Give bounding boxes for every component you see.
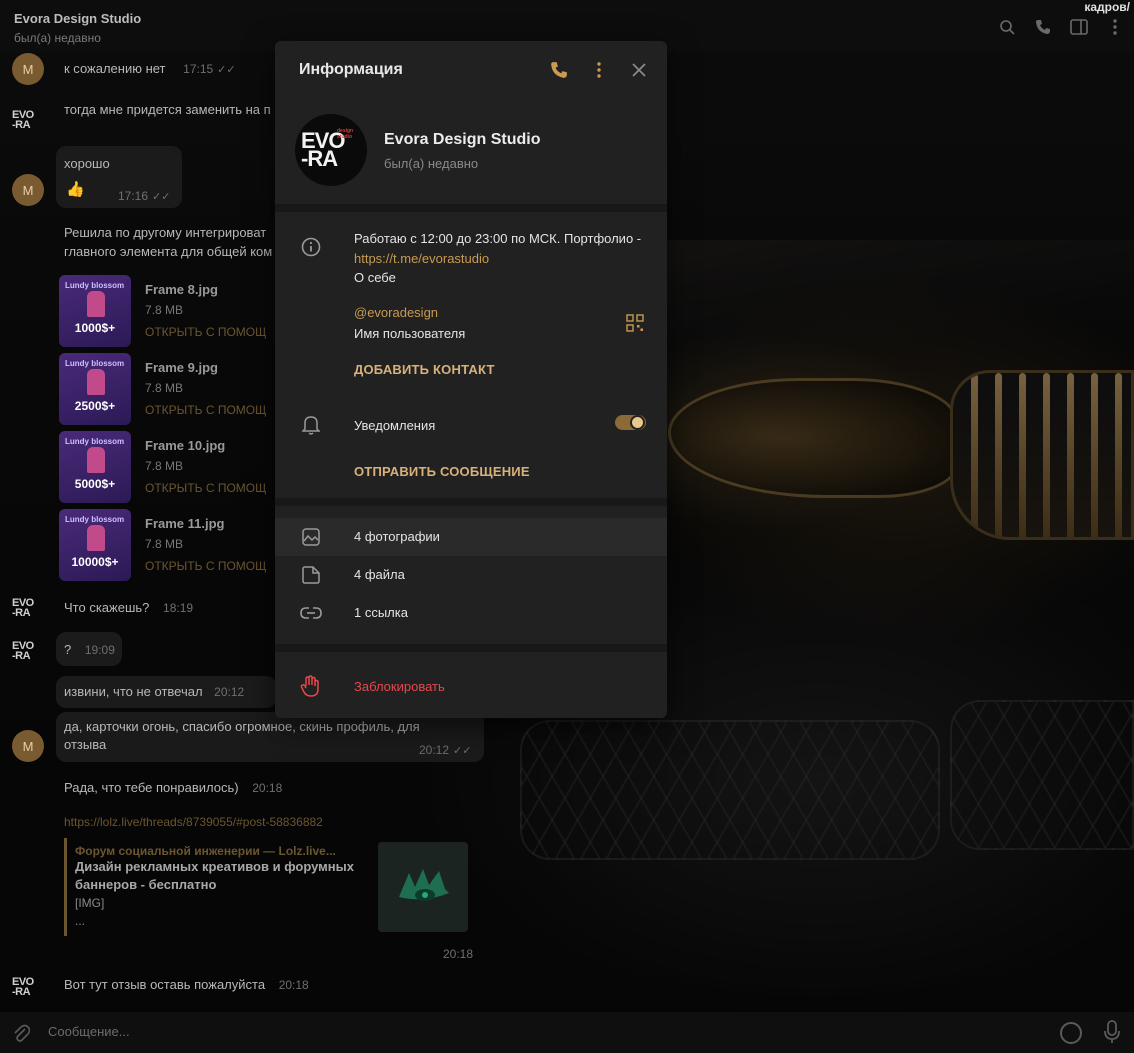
profile-status: был(а) недавно [384,156,479,171]
close-icon[interactable] [628,59,650,81]
avatar[interactable]: M [12,53,44,85]
chat-status: был(а) недавно [14,31,101,45]
info-panel-header: Информация [275,41,667,99]
sidebar-toggle-icon[interactable] [1070,18,1088,36]
message-text: отзыва [64,737,107,752]
corner-text: кадров/ [1084,0,1130,14]
chat-title[interactable]: Evora Design Studio [14,11,141,26]
message-link[interactable]: https://lolz.live/threads/8739055/#post-… [64,815,323,829]
file-thumbnail[interactable]: Lundy blossom 1000$+ [59,275,131,347]
message-emoji: 👍 [66,181,85,198]
divider [275,204,667,212]
composer [0,1012,1134,1053]
more-vertical-icon[interactable] [1106,18,1124,36]
avatar[interactable]: M [12,730,44,762]
message-text: извини, что не отвечал 20:12 [64,684,245,699]
file-thumbnail[interactable]: Lundy blossom 2500$+ [59,353,131,425]
message-text: Решила по другому интегрироват [64,225,267,240]
avatar[interactable]: EVO -RA [12,641,42,665]
link-preview[interactable]: Форум социальной инженерии — Lolz.live..… [64,838,468,936]
file-attachment[interactable]: Lundy blossom 10000$+ Frame 11.jpg 7.8 MB… [59,509,279,581]
preview-title: Дизайн рекламных креативов и форумных ба… [75,859,354,892]
avatar[interactable]: EVO -RA [12,110,42,134]
hand-stop-icon [300,675,322,697]
call-icon[interactable] [548,59,570,81]
message-text: Вот тут отзыв оставь пожалуйста 20:18 [64,977,309,992]
microphone-icon[interactable] [1104,1020,1120,1047]
message-text: Рада, что тебе понравилось) 20:18 [64,780,283,795]
bio-text: Работаю с 12:00 до 23:00 по МСК. Портфол… [354,231,642,266]
media-row-photos[interactable]: 4 фотографии [275,518,667,556]
avatar[interactable]: M [12,174,44,206]
panel-title: Информация [299,61,403,78]
username[interactable]: @evoradesign [354,305,438,320]
link-icon [300,602,322,624]
message-text: хорошо [64,156,110,171]
photo-icon [300,526,322,548]
notifications-toggle[interactable] [615,415,646,430]
media-row-links[interactable]: 1 ссылка [275,594,667,632]
portfolio-link[interactable]: https://t.me/evorastudio [354,251,489,266]
more-vertical-icon[interactable] [588,59,610,81]
qr-code-icon[interactable] [626,314,644,332]
attach-icon[interactable] [12,1023,31,1048]
divider [275,498,667,506]
file-attachment[interactable]: Lundy blossom 5000$+ Frame 10.jpg 7.8 MB … [59,431,279,503]
block-button[interactable]: Заблокировать [275,669,667,709]
divider [275,644,667,652]
message-text: к сожалению нет 17:15 ✓✓ [64,61,236,76]
search-icon[interactable] [998,18,1016,36]
message-text: да, карточки огонь, спасибо огромное, ск… [64,719,420,734]
file-icon [300,564,322,586]
username-label: Имя пользователя [354,326,466,341]
profile-avatar[interactable]: EVO -RA design studio [295,114,367,186]
file-thumbnail[interactable]: Lundy blossom 10000$+ [59,509,131,581]
file-thumbnail[interactable]: Lundy blossom 5000$+ [59,431,131,503]
bell-icon [300,414,322,436]
message-text: тогда мне придется заменить на п [64,102,271,117]
info-icon [300,236,322,258]
add-contact-button[interactable]: ДОБАВИТЬ КОНТАКТ [354,362,495,377]
message-time: 20:12 ✓✓ [419,743,472,757]
send-message-button[interactable]: ОТПРАВИТЬ СООБЩЕНИЕ [354,464,530,479]
message-time: 20:18 [443,947,474,961]
message-input[interactable] [48,1024,948,1039]
call-icon[interactable] [1034,18,1052,36]
avatar[interactable]: EVO -RA [12,977,42,1001]
emoji-icon[interactable] [1060,1022,1082,1044]
file-attachment[interactable]: Lundy blossom 1000$+ Frame 8.jpg 7.8 MB О… [59,275,279,347]
message-text: главного элемента для общей ком [64,244,273,259]
notifications-label: Уведомления [354,418,436,433]
avatar[interactable]: EVO -RA [12,598,42,622]
bio-label: О себе [354,270,396,285]
profile-name: Evora Design Studio [384,131,541,148]
file-attachment[interactable]: Lundy blossom 2500$+ Frame 9.jpg 7.8 MB О… [59,353,279,425]
media-row-files[interactable]: 4 файла [275,556,667,594]
message-time: 17:16 ✓✓ [118,189,171,203]
message-text: ? 19:09 [64,642,115,657]
info-panel: Информация EVO -RA design studio Evora Des… [275,41,667,718]
message-text: Что скажешь? 18:19 [64,600,194,615]
preview-image[interactable] [378,842,468,932]
